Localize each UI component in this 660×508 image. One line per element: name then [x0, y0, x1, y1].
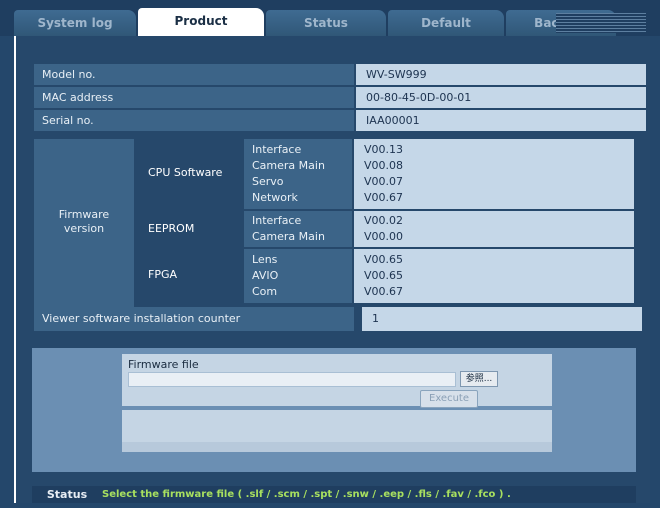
status-message: Select the firmware file ( .slf / .scm /… [102, 489, 511, 500]
firmware-message-footer [122, 442, 552, 452]
firmware-file-box: Firmware file 参照... Execute [122, 354, 552, 408]
item-label: Camera Main [252, 230, 325, 243]
item-value: V00.07 [364, 175, 404, 188]
item-value: V00.02 [364, 214, 404, 227]
group-values: V00.65 V00.65 V00.67 [354, 249, 634, 303]
item-label: Lens [252, 253, 278, 266]
serial-label: Serial no. [34, 110, 354, 131]
product-info-panel: Model no. WV-SW999 MAC address 00-80-45-… [14, 36, 650, 503]
item-label: Interface [252, 214, 302, 227]
serial-row: Serial no. IAA00001 [34, 110, 650, 131]
item-value: V00.00 [364, 230, 404, 243]
execute-button[interactable]: Execute [420, 390, 478, 408]
item-value: V00.65 [364, 253, 404, 266]
mac-value: 00-80-45-0D-00-01 [356, 87, 646, 108]
tab-status[interactable]: Status [266, 10, 386, 36]
firmware-file-label: Firmware file [128, 358, 199, 371]
item-value: V00.65 [364, 269, 404, 282]
item-label: Camera Main [252, 159, 325, 172]
group-values: V00.13 V00.08 V00.07 V00.67 [354, 139, 634, 209]
status-label: Status [46, 488, 88, 501]
tab-product-info[interactable]: Product info. [138, 8, 264, 54]
firmware-version-label: Firmware version [34, 139, 134, 307]
item-value: V00.08 [364, 159, 404, 172]
tab-bar: System log Product info. Status Default … [0, 0, 660, 56]
item-label: Network [252, 191, 298, 204]
firmware-version-block: Firmware version CPU Software Interface C… [34, 139, 650, 307]
firmware-label-line2: version [63, 222, 105, 235]
browse-button[interactable]: 参照... [460, 371, 498, 387]
counter-value: 1 [362, 307, 642, 331]
firmware-message-area [122, 410, 552, 442]
firmware-update-panel: Firmware file 参照... Execute [32, 348, 636, 472]
counter-label: Viewer software installation counter [34, 307, 354, 331]
model-row: Model no. WV-SW999 [34, 64, 650, 85]
group-values: V00.02 V00.00 [354, 211, 634, 247]
tabs: System log Product info. Status Default … [14, 8, 618, 56]
mac-label: MAC address [34, 87, 354, 108]
tab-label: Status [304, 16, 348, 30]
item-label: Com [252, 285, 278, 298]
group-name: CPU Software [148, 166, 223, 179]
group-name: EEPROM [148, 222, 195, 235]
firmware-file-input[interactable] [128, 372, 456, 387]
item-value: V00.67 [364, 191, 404, 204]
item-value: V00.67 [364, 285, 404, 298]
info-table: Model no. WV-SW999 MAC address 00-80-45-… [34, 64, 650, 133]
firmware-label-line1: Firmware [58, 208, 110, 221]
tab-default-reset[interactable]: Default reset [388, 10, 504, 56]
tab-system-log[interactable]: System log [14, 10, 136, 36]
group-items: Interface Camera Main Servo Network [244, 139, 352, 209]
decorative-stripes [556, 13, 646, 33]
group-name: FPGA [148, 268, 178, 281]
serial-value: IAA00001 [356, 110, 646, 131]
model-label: Model no. [34, 64, 354, 85]
mac-row: MAC address 00-80-45-0D-00-01 [34, 87, 650, 108]
item-label: AVIO [252, 269, 279, 282]
tab-label: System log [37, 16, 113, 30]
status-bar: Status Select the firmware file ( .slf /… [32, 486, 636, 503]
item-label: Servo [252, 175, 284, 188]
group-items: Lens AVIO Com [244, 249, 352, 303]
item-label: Interface [252, 143, 302, 156]
item-value: V00.13 [364, 143, 404, 156]
model-value: WV-SW999 [356, 64, 646, 85]
installation-counter-row: Viewer software installation counter 1 [34, 307, 650, 331]
group-items: Interface Camera Main [244, 211, 352, 247]
